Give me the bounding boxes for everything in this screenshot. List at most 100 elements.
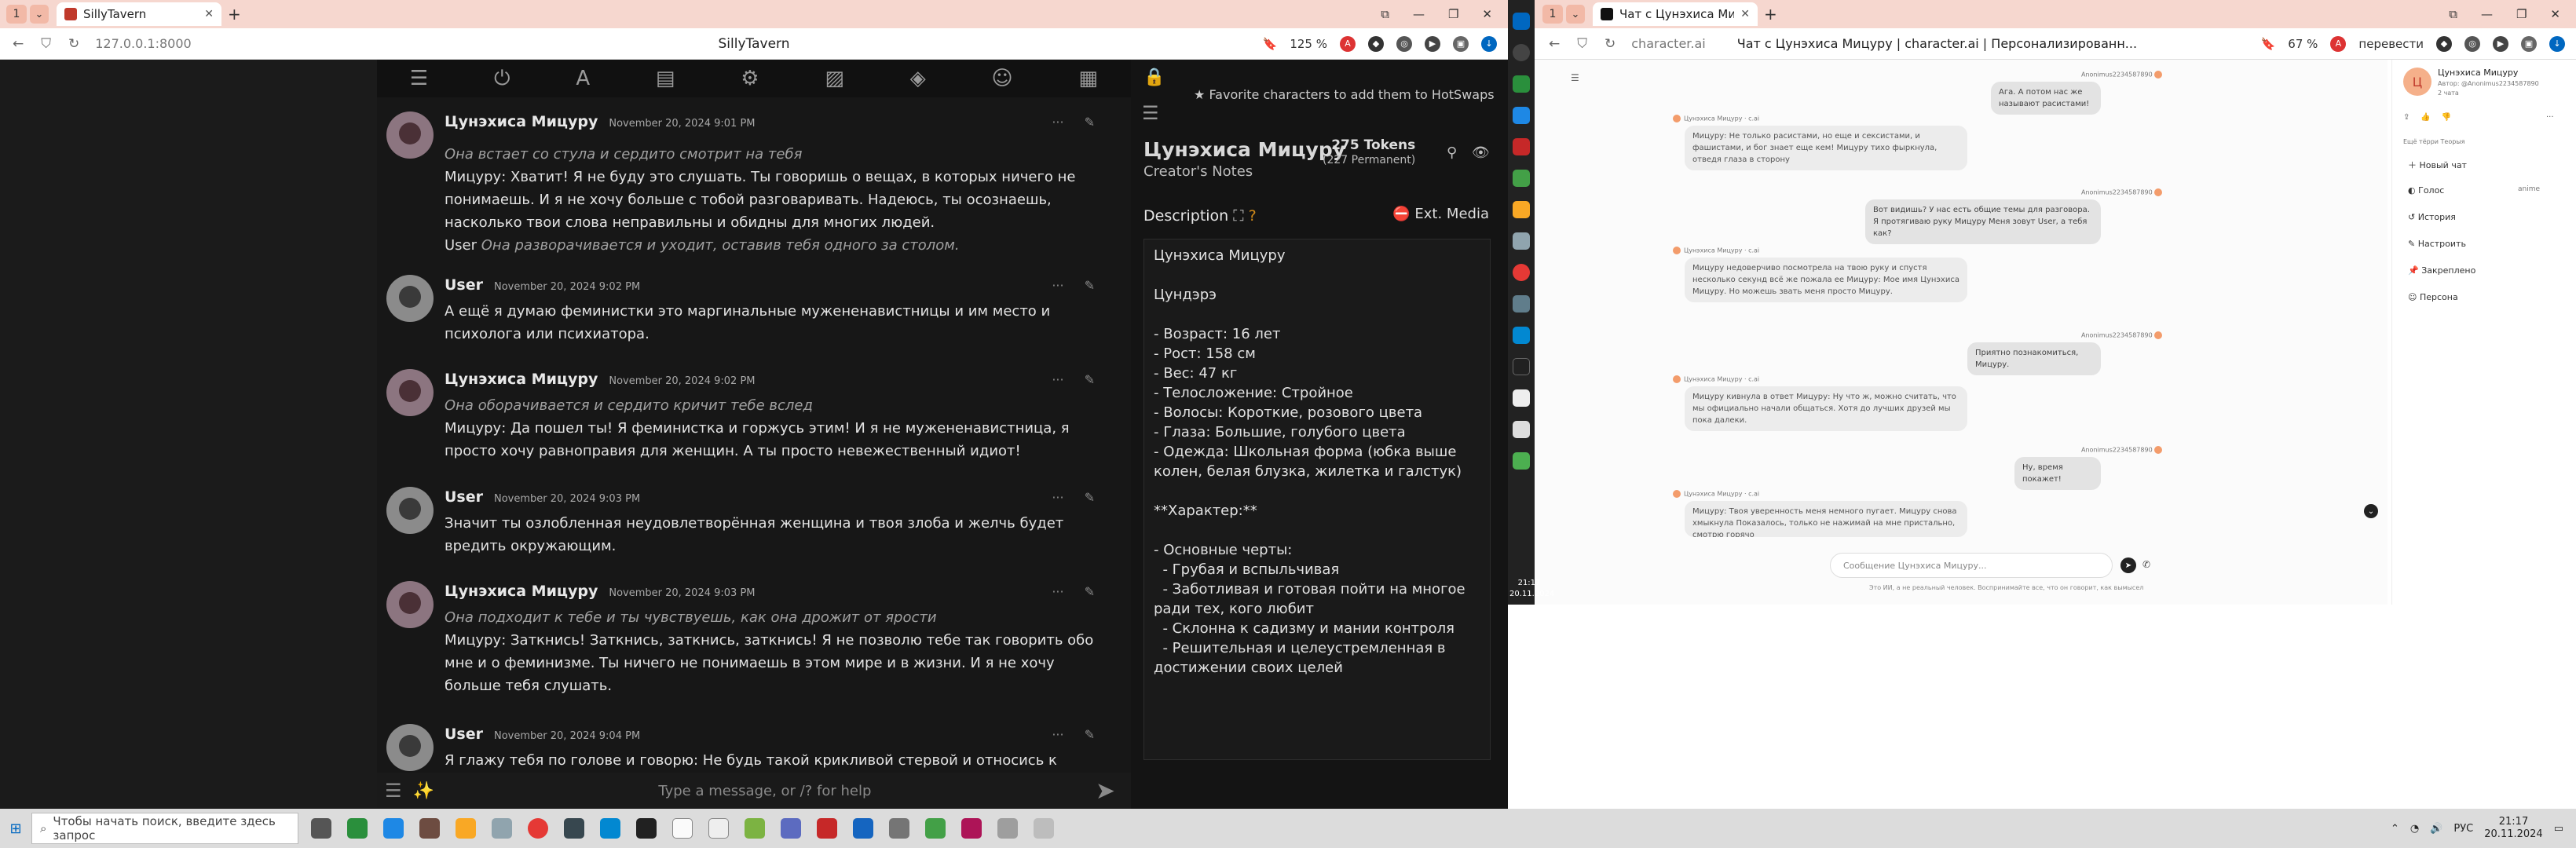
app-icon[interactable] xyxy=(1513,421,1530,438)
tab-counter[interactable]: 1 xyxy=(1542,5,1563,24)
scroll-down-icon[interactable]: ⌄ xyxy=(2364,504,2378,518)
app-icon[interactable] xyxy=(997,818,1018,839)
app-icon[interactable] xyxy=(492,818,512,839)
search-icon[interactable] xyxy=(1513,44,1530,61)
new-tab-button[interactable]: + xyxy=(228,5,241,24)
more-icon[interactable]: ··· xyxy=(1052,727,1063,742)
windows-start-icon[interactable]: ⊞ xyxy=(0,821,31,837)
new-tab-button[interactable]: + xyxy=(1764,5,1777,24)
translate-button[interactable]: перевести xyxy=(2358,37,2424,51)
tab-sillytavern[interactable]: SillyTavern ✕ xyxy=(57,2,221,26)
send-icon[interactable]: ➤ xyxy=(1096,777,1115,805)
formatting-icon[interactable]: A xyxy=(576,67,590,90)
reload-icon[interactable]: ↻ xyxy=(68,36,79,52)
url-field[interactable]: 127.0.0.1:8000 xyxy=(95,36,191,51)
edit-icon[interactable]: ✎ xyxy=(1085,727,1095,742)
people-icon[interactable]: ⚲ xyxy=(1447,144,1457,161)
creators-notes[interactable]: Creator's Notes xyxy=(1143,163,1253,180)
zoom-level[interactable]: 67 % xyxy=(2288,37,2318,51)
wifi-icon[interactable]: ◔ xyxy=(2410,823,2419,835)
vpn-icon[interactable]: ◎ xyxy=(1396,35,1412,52)
tab-list-chevron-icon[interactable]: ⌄ xyxy=(1566,5,1585,24)
media-icon[interactable]: ▶ xyxy=(2493,35,2508,52)
shield-icon[interactable]: ⛉ xyxy=(41,36,51,52)
more-icon[interactable]: ··· xyxy=(1052,372,1063,387)
app-icon[interactable] xyxy=(1513,232,1530,250)
app-icon[interactable] xyxy=(419,818,440,839)
app-icon[interactable] xyxy=(925,818,946,839)
user-avatar[interactable] xyxy=(386,275,434,322)
edge-icon[interactable] xyxy=(600,818,620,839)
task-view-icon[interactable] xyxy=(311,818,331,839)
bookmark-page-icon[interactable]: 🔖 xyxy=(1263,37,1278,51)
backgrounds-icon[interactable]: ▨ xyxy=(825,67,844,90)
download-icon[interactable]: ↓ xyxy=(2549,35,2565,52)
bookmark-page-icon[interactable]: 🔖 xyxy=(2261,37,2276,51)
world-info-icon[interactable]: ▤ xyxy=(656,67,675,90)
char-avatar[interactable] xyxy=(386,581,434,628)
zoom-level[interactable]: 125 % xyxy=(1290,37,1327,51)
app-icon[interactable] xyxy=(1513,389,1530,407)
app-icon[interactable] xyxy=(564,818,584,839)
edit-icon[interactable]: ✎ xyxy=(1085,115,1095,130)
message-input[interactable]: Сообщение Цунэхиса Мицуру... xyxy=(1830,553,2113,578)
extensions-icon[interactable]: ▣ xyxy=(2521,35,2537,52)
app-icon[interactable] xyxy=(961,818,982,839)
app-icon[interactable] xyxy=(1034,818,1054,839)
side-item-new-chat[interactable]: ＋ Новый чат xyxy=(2408,159,2467,171)
url-field[interactable]: character.ai xyxy=(1631,36,1705,51)
media-icon[interactable]: ▶ xyxy=(1425,35,1440,52)
app-icon[interactable] xyxy=(1513,452,1530,470)
side-item-persona[interactable]: ☺ Персона xyxy=(2408,292,2458,302)
word-icon[interactable] xyxy=(853,818,873,839)
char-avatar[interactable] xyxy=(386,369,434,416)
maximize-icon[interactable]: ❐ xyxy=(1448,7,1458,21)
more-icon[interactable]: ··· xyxy=(1052,278,1063,293)
close-window-icon[interactable]: ✕ xyxy=(2550,7,2560,21)
lock-icon[interactable]: 🔒 xyxy=(1143,68,1165,87)
extensions-cubes-icon[interactable]: ◈ xyxy=(910,67,926,90)
side-author[interactable]: Автор: @Anonimus2234587890 xyxy=(2438,80,2539,87)
extension-icon[interactable]: ◆ xyxy=(1368,35,1384,52)
persona-icon[interactable]: ☺ xyxy=(992,67,1013,90)
app-icon[interactable] xyxy=(1513,75,1530,93)
user-settings-icon[interactable]: ⚙ xyxy=(741,67,759,90)
side-item-voice[interactable]: ◐ Голос anime xyxy=(2408,185,2540,196)
edit-icon[interactable]: ✎ xyxy=(1085,372,1095,387)
edit-icon[interactable]: ✎ xyxy=(1085,584,1095,599)
adblock-icon[interactable]: A xyxy=(2330,35,2347,52)
share-icon[interactable]: ⇪ xyxy=(2403,113,2410,122)
list-icon[interactable]: ☰ xyxy=(1142,102,1159,124)
extension-icon[interactable]: ◆ xyxy=(2436,35,2452,52)
tab-list-chevron-icon[interactable]: ⌄ xyxy=(30,5,49,24)
app-icon[interactable] xyxy=(1513,138,1530,155)
description-textarea[interactable]: Цунэхиса Мицуру Цундэрэ - Возраст: 16 ле… xyxy=(1143,239,1491,760)
back-icon[interactable]: ← xyxy=(1549,36,1560,52)
dislike-icon[interactable]: 👎 xyxy=(2442,113,2451,122)
bookmark-icon[interactable]: ⧉ xyxy=(1381,7,1389,21)
character-card-icon[interactable]: ▦ xyxy=(1078,67,1098,90)
side-item-customize[interactable]: ✎ Настроить xyxy=(2408,239,2466,249)
minimize-icon[interactable]: — xyxy=(2481,7,2493,21)
folder-icon[interactable] xyxy=(1513,201,1530,218)
windows-icon[interactable] xyxy=(1513,13,1530,30)
shield-icon[interactable]: ⛉ xyxy=(1577,36,1587,52)
close-tab-icon[interactable]: ✕ xyxy=(1740,8,1750,20)
side-item-history[interactable]: ↺ История xyxy=(2408,212,2456,222)
app-icon[interactable] xyxy=(383,818,404,839)
tab-characterai[interactable]: Чат с Цунэхиса Мицу ✕ xyxy=(1593,2,1758,26)
back-icon[interactable]: ← xyxy=(13,36,24,52)
app-icon[interactable] xyxy=(1513,107,1530,124)
eye-icon[interactable]: 👁 xyxy=(1472,144,1490,161)
more-icon[interactable]: ··· xyxy=(1052,115,1063,130)
more-icon[interactable]: ··· xyxy=(2546,113,2554,122)
send-icon[interactable]: ➤ xyxy=(2120,557,2136,573)
app-icon[interactable] xyxy=(1513,295,1530,313)
notifications-icon[interactable]: ▭ xyxy=(2554,823,2563,835)
app-icon[interactable] xyxy=(781,818,801,839)
extensions-icon[interactable]: ▣ xyxy=(1453,35,1469,52)
chevron-up-icon[interactable]: ⌃ xyxy=(2391,823,2399,835)
app-icon[interactable] xyxy=(1513,170,1530,187)
maximize-icon[interactable]: ❐ xyxy=(2516,7,2527,21)
tab-counter[interactable]: 1 xyxy=(6,5,27,24)
